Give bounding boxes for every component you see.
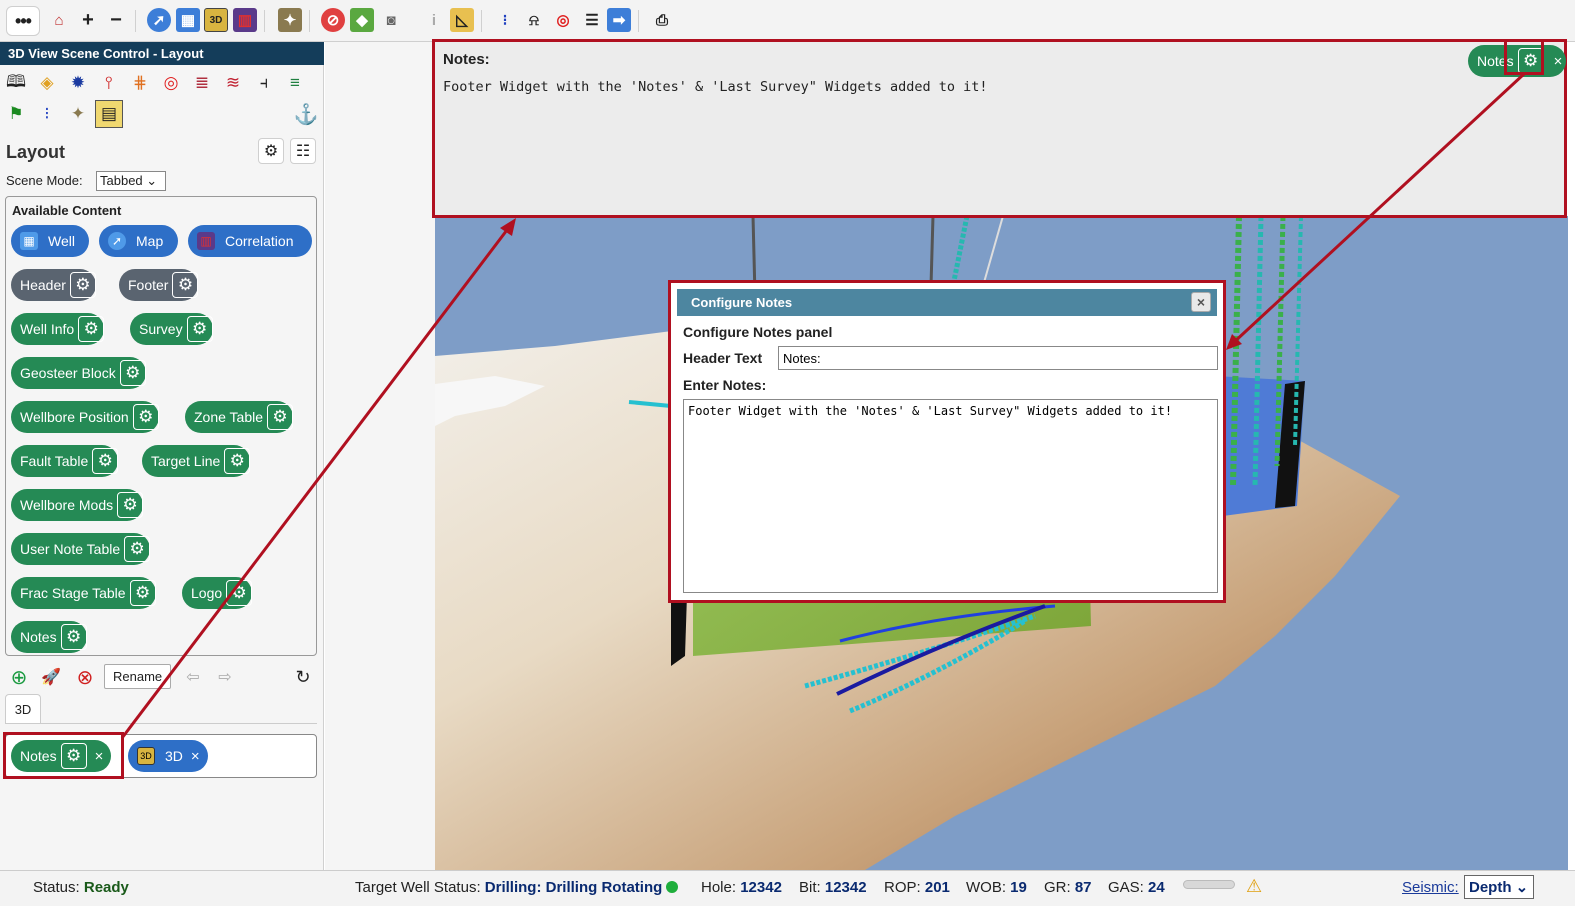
- seismic-link[interactable]: Seismic:: [1402, 879, 1459, 896]
- header-text-input[interactable]: [778, 346, 1218, 370]
- target-status-value: Drilling: Drilling Rotating: [484, 879, 663, 896]
- dialog-title-bar: Configure Notes ×: [677, 289, 1217, 316]
- status-bar: Status: Ready Target Well Status: Drilli…: [0, 870, 1575, 906]
- status-value: Ready: [83, 879, 129, 896]
- seismic-select[interactable]: Depth ⌄: [1464, 875, 1534, 899]
- gas-label: GAS:: [1108, 879, 1144, 896]
- hole-label: Hole:: [701, 879, 737, 896]
- hole-value: 12342: [740, 879, 782, 896]
- rop-label: ROP:: [884, 879, 921, 896]
- dialog-title: Configure Notes: [691, 295, 793, 310]
- configure-notes-dialog: Configure Notes × Configure Notes panel …: [668, 280, 1226, 603]
- rop-value: 201: [924, 879, 950, 896]
- notes-textarea[interactable]: [683, 399, 1218, 593]
- close-icon[interactable]: ×: [1191, 292, 1211, 312]
- gr-value: 87: [1074, 879, 1092, 896]
- target-well-status: Target Well Status: Drilling: Drilling R…: [355, 879, 679, 896]
- gas-meter: [1183, 880, 1235, 889]
- gr-field: GR: 87: [1044, 879, 1092, 896]
- wob-value: 19: [1010, 879, 1027, 896]
- wob-field: WOB: 19: [966, 879, 1027, 896]
- wob-label: WOB:: [966, 879, 1006, 896]
- enter-notes-label: Enter Notes:: [683, 377, 767, 393]
- seismic-value: Depth: [1469, 879, 1512, 896]
- rop-field: ROP: 201: [884, 879, 950, 896]
- gas-value: 24: [1148, 879, 1165, 896]
- gas-field: GAS: 24: [1108, 879, 1165, 896]
- status-indicator-icon: [666, 881, 679, 893]
- gr-label: GR:: [1044, 879, 1071, 896]
- warning-icon[interactable]: ⚠: [1246, 876, 1262, 897]
- status-field: Status: Ready: [33, 879, 129, 896]
- dialog-subtitle: Configure Notes panel: [683, 324, 833, 340]
- bit-value: 12342: [824, 879, 867, 896]
- bit-label: Bit:: [799, 879, 821, 896]
- status-label: Status:: [33, 879, 80, 896]
- header-text-label: Header Text: [683, 350, 763, 366]
- chevron-down-icon: ⌄: [1515, 879, 1529, 896]
- target-status-label: Target Well Status:: [355, 879, 481, 896]
- bit-field: Bit: 12342: [799, 879, 867, 896]
- hole-field: Hole: 12342: [701, 879, 782, 896]
